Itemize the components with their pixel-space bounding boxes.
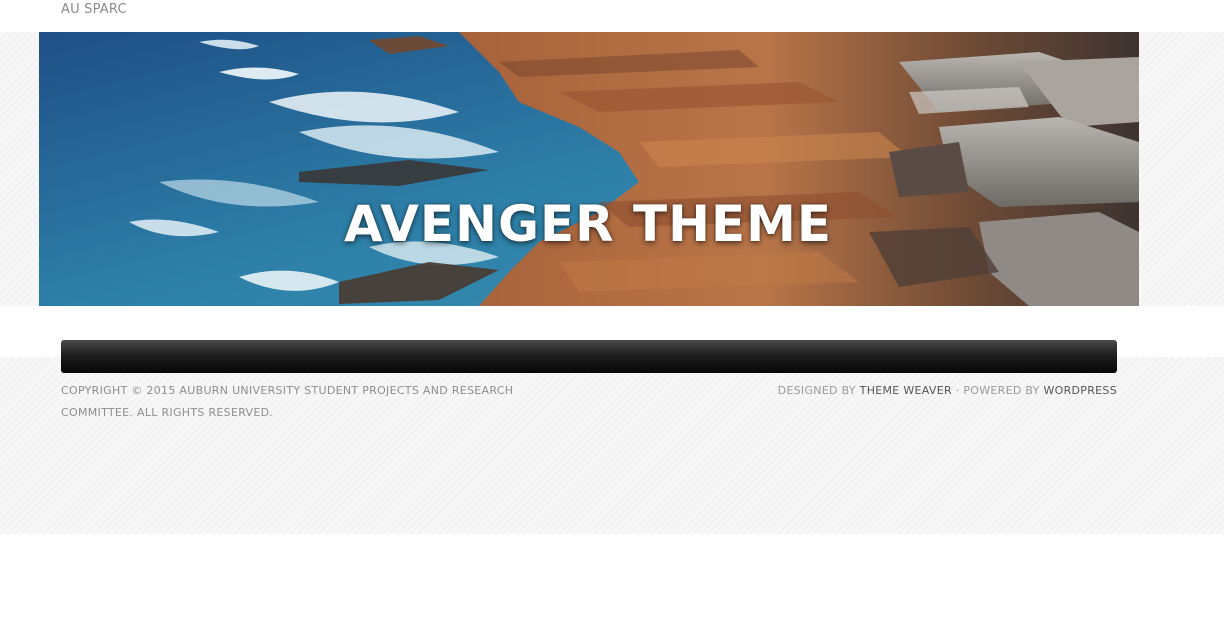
footer-credits: DESIGNED BY THEME WEAVER · POWERED BY WO… [778,380,1117,402]
footer-copyright: COPYRIGHT © 2015 AUBURN UNIVERSITY STUDE… [61,384,514,419]
designed-by-label: DESIGNED BY [777,384,856,397]
site-title-bar: AU SPARC [0,0,1224,32]
wordpress-link[interactable]: WORDPRESS [1043,384,1117,397]
credits-separator: · [955,384,960,397]
powered-by-label: POWERED BY [963,384,1040,397]
theme-weaver-link[interactable]: THEME WEAVER [860,384,952,397]
main-navigation-bar [61,340,1117,373]
header-banner-image[interactable] [39,32,1139,306]
site-title-link[interactable]: AU SPARC [61,2,127,17]
coastal-scene-illustration [39,32,1139,306]
